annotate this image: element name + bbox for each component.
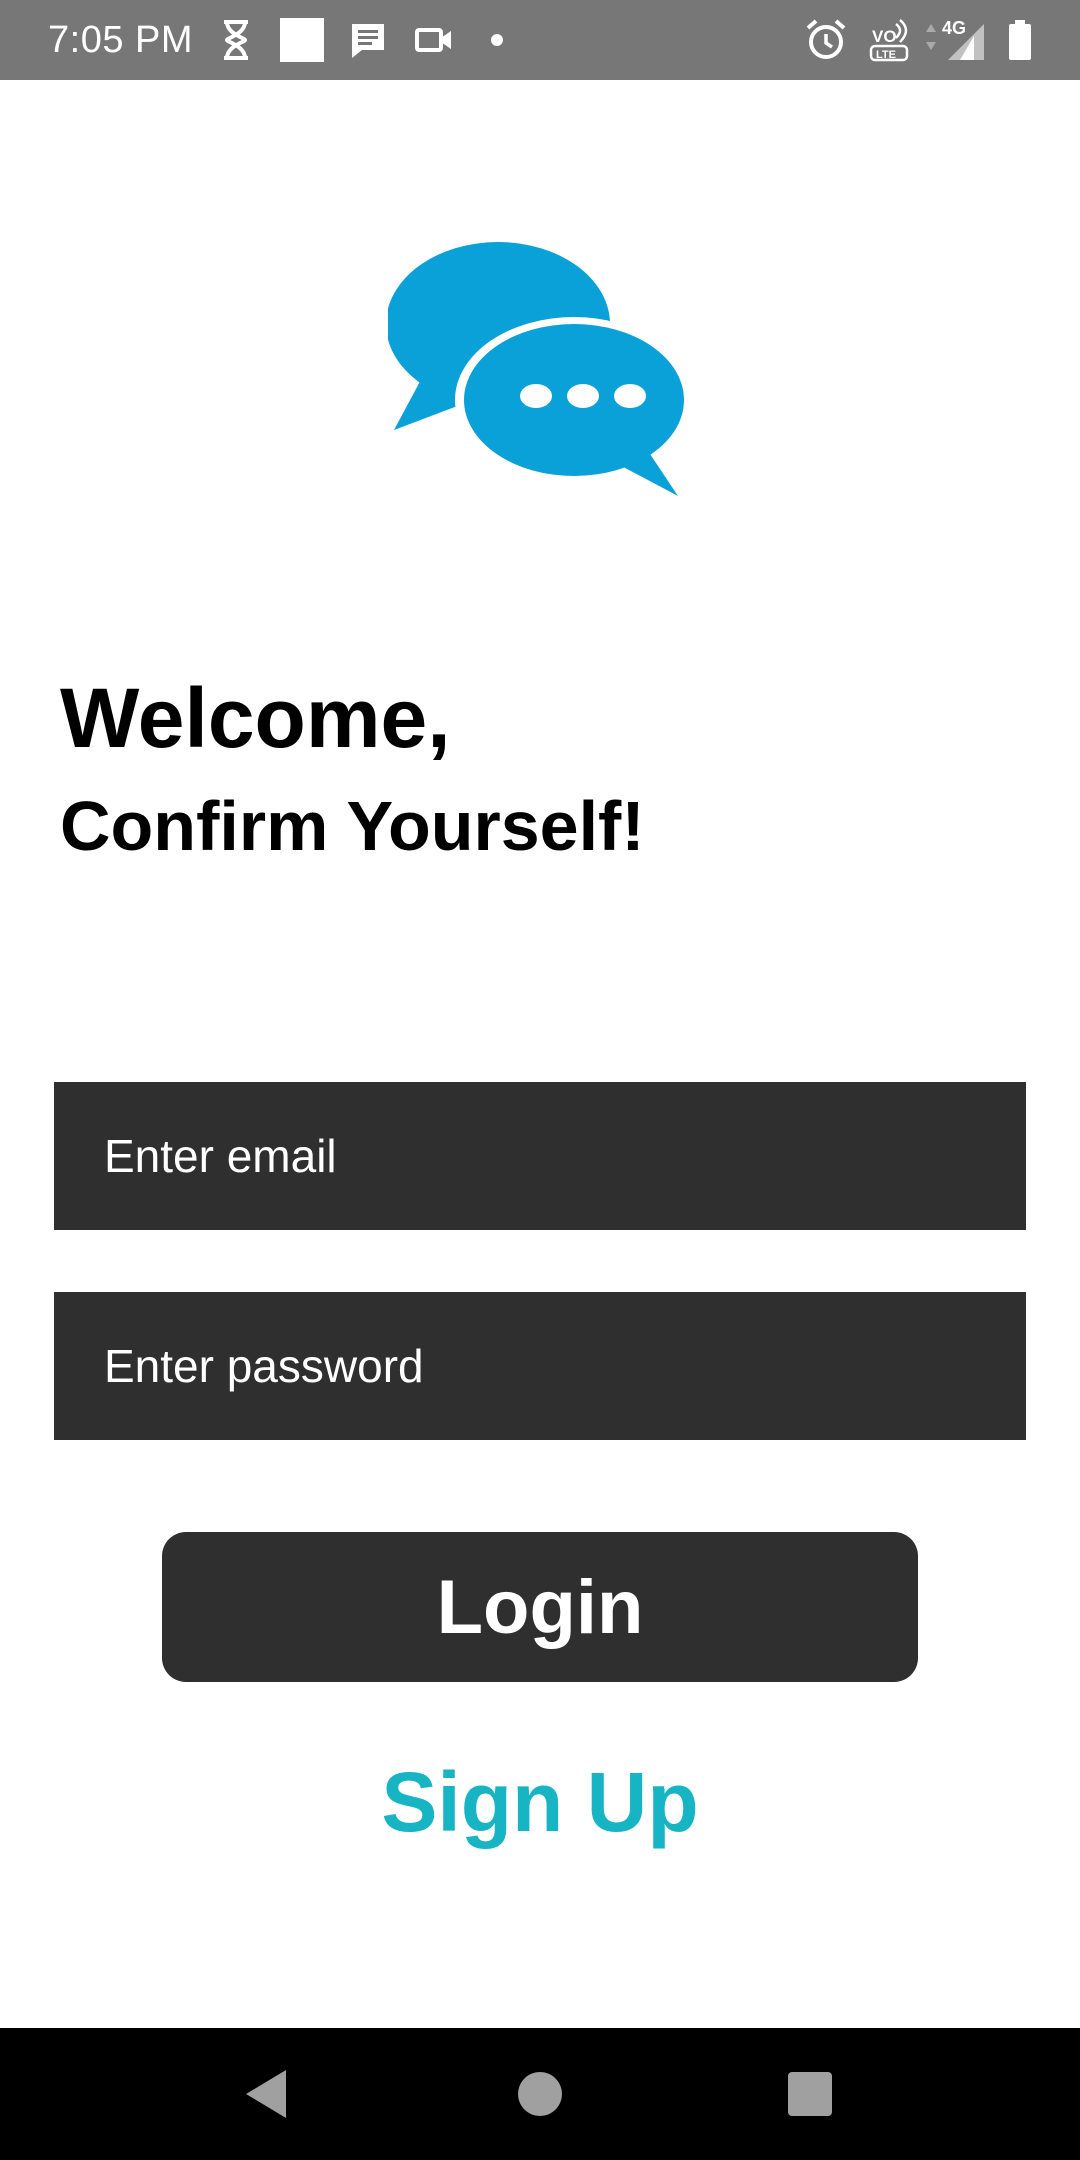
login-button[interactable]: Login: [162, 1532, 918, 1682]
volte-label-top: VO: [872, 27, 897, 46]
back-icon[interactable]: [228, 2054, 308, 2134]
email-field[interactable]: [54, 1082, 1026, 1230]
battery-icon: [1009, 20, 1031, 60]
volte-label-bottom: LTE: [876, 49, 896, 61]
confirm-heading: Confirm Yourself!: [60, 787, 645, 865]
recents-icon[interactable]: [770, 2054, 850, 2134]
hourglass-icon: [224, 20, 248, 60]
signup-link[interactable]: Sign Up: [0, 1752, 1080, 1852]
home-icon[interactable]: [500, 2054, 580, 2134]
video-camera-icon: [415, 28, 451, 52]
dot-icon: [491, 34, 503, 46]
signal-4g-icon: 4G: [926, 18, 984, 60]
password-field[interactable]: [54, 1292, 1026, 1440]
volte-icon: VO LTE: [869, 19, 909, 62]
welcome-heading: Welcome,: [60, 671, 451, 765]
white-square-icon: [280, 18, 324, 62]
status-bar: 7:05 PM VO LTE 4G: [0, 0, 1080, 80]
alarm-icon: [806, 19, 846, 59]
status-time: 7:05 PM: [48, 19, 194, 61]
navigation-bar: [0, 2028, 1080, 2160]
message-icon: [352, 24, 384, 58]
chat-bubbles-icon: [388, 242, 692, 496]
network-label: 4G: [942, 18, 966, 38]
